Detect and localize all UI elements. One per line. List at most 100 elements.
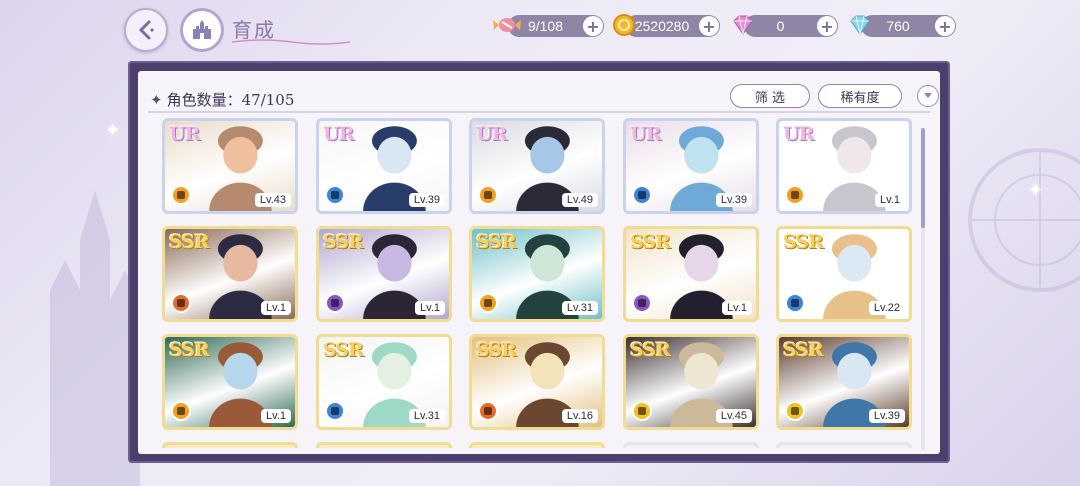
character-card-partial[interactable]: [162, 442, 298, 448]
level-label: Lv.39: [408, 193, 445, 207]
attribute-icon: [171, 293, 191, 313]
rarity-badge: SSR: [783, 231, 824, 253]
character-count-separator: ：: [226, 91, 242, 109]
attribute-icon: [632, 401, 652, 421]
attribute-icon: [785, 401, 805, 421]
level-label: Lv.22: [868, 301, 905, 315]
character-card-partial[interactable]: [623, 442, 759, 448]
level-label: Lv.1: [722, 301, 752, 315]
attribute-icon: [632, 293, 652, 313]
rarity-badge: UR: [630, 123, 661, 145]
attribute-icon: [171, 401, 191, 421]
character-card[interactable]: SSR Lv.31: [316, 334, 452, 430]
attribute-icon: [325, 401, 345, 421]
ferris-wheel-decoration: [968, 148, 1080, 292]
attribute-icon: [478, 185, 498, 205]
resource-candy: 9/108 +: [493, 15, 604, 37]
character-panel: ✦ 角色数量：47/105 筛 选 稀有度 UR Lv.43 UR Lv.39 UR Lv.…: [128, 61, 950, 463]
character-card[interactable]: UR Lv.43: [162, 118, 298, 214]
rarity-badge: SSR: [169, 231, 210, 253]
level-label: Lv.1: [261, 409, 291, 423]
scrollbar-thumb[interactable]: [921, 128, 925, 228]
rarity-badge: SSR: [323, 231, 364, 253]
resource-pink-diamond: 0 +: [733, 15, 838, 37]
character-card[interactable]: SSR Lv.16: [469, 334, 605, 430]
level-label: Lv.49: [561, 193, 598, 207]
title-underline-decoration: [232, 39, 350, 45]
add-pink-diamond-button[interactable]: +: [817, 16, 837, 36]
rarity-badge: UR: [476, 123, 507, 145]
character-grid: UR Lv.43 UR Lv.39 UR Lv.49 UR Lv.39 UR Lv.1 SSR Lv.…: [162, 118, 922, 448]
character-card[interactable]: UR Lv.49: [469, 118, 605, 214]
level-label: Lv.1: [875, 193, 905, 207]
attribute-icon: [325, 293, 345, 313]
resource-blue-diamond: 760 +: [850, 15, 956, 37]
character-count-value: 47/105: [241, 91, 295, 109]
pink-diamond-icon: [733, 15, 753, 35]
level-label: Lv.45: [715, 409, 752, 423]
rarity-badge: UR: [169, 123, 200, 145]
gold-coin-icon: [613, 14, 635, 36]
character-card[interactable]: SSR Lv.22: [776, 226, 912, 322]
filter-button[interactable]: 筛 选: [730, 84, 810, 108]
rarity-badge: UR: [783, 123, 814, 145]
character-card[interactable]: SSR Lv.1: [162, 226, 298, 322]
character-card-partial[interactable]: [316, 442, 452, 448]
character-card[interactable]: UR Lv.39: [316, 118, 452, 214]
attribute-icon: [478, 401, 498, 421]
rarity-badge: UR: [323, 123, 354, 145]
sparkle-decoration: ✦: [105, 120, 121, 141]
level-label: Lv.1: [261, 301, 291, 315]
level-label: Lv.1: [415, 301, 445, 315]
rarity-badge: SSR: [783, 339, 824, 361]
character-card[interactable]: UR Lv.39: [623, 118, 759, 214]
home-button[interactable]: [180, 8, 224, 52]
rarity-badge: SSR: [476, 231, 517, 253]
character-card-partial[interactable]: [776, 442, 912, 448]
back-button[interactable]: [124, 8, 168, 52]
sparkle-icon: ✦: [150, 91, 163, 109]
level-label: Lv.31: [561, 301, 598, 315]
character-card-partial[interactable]: [469, 442, 605, 448]
character-card[interactable]: SSR Lv.1: [162, 334, 298, 430]
rarity-sort-button[interactable]: 稀有度: [818, 84, 902, 108]
rarity-badge: SSR: [630, 231, 671, 253]
character-panel-content: ✦ 角色数量：47/105 筛 选 稀有度 UR Lv.43 UR Lv.39 UR Lv.…: [138, 71, 940, 454]
blue-diamond-icon: [850, 15, 870, 35]
attribute-icon: [171, 185, 191, 205]
attribute-icon: [785, 293, 805, 313]
attribute-icon: [325, 185, 345, 205]
header-divider: [148, 111, 930, 113]
level-label: Lv.31: [408, 409, 445, 423]
sparkle-decoration: ✦: [1028, 180, 1044, 201]
add-candy-button[interactable]: +: [583, 16, 603, 36]
character-card[interactable]: SSR Lv.39: [776, 334, 912, 430]
rarity-badge: SSR: [169, 339, 210, 361]
character-card[interactable]: SSR Lv.31: [469, 226, 605, 322]
rarity-badge: SSR: [476, 339, 517, 361]
character-card[interactable]: SSR Lv.1: [316, 226, 452, 322]
resource-coin: 2520280 +: [613, 14, 720, 37]
attribute-icon: [785, 185, 805, 205]
level-label: Lv.39: [715, 193, 752, 207]
candy-icon: [493, 18, 521, 32]
character-card[interactable]: UR Lv.1: [776, 118, 912, 214]
castle-home-icon: [193, 20, 211, 39]
add-coin-button[interactable]: +: [699, 16, 719, 36]
rarity-badge: SSR: [630, 339, 671, 361]
scrollbar[interactable]: [921, 128, 925, 450]
rarity-badge: SSR: [323, 339, 364, 361]
attribute-icon: [478, 293, 498, 313]
character-count-label: 角色数量: [166, 91, 227, 109]
back-arrow-icon: [138, 20, 154, 40]
sort-order-button[interactable]: [917, 85, 939, 107]
level-label: Lv.16: [561, 409, 598, 423]
character-card[interactable]: SSR Lv.1: [623, 226, 759, 322]
level-label: Lv.39: [868, 409, 905, 423]
character-card[interactable]: SSR Lv.45: [623, 334, 759, 430]
chevron-down-icon: [924, 93, 932, 98]
attribute-icon: [632, 185, 652, 205]
add-blue-diamond-button[interactable]: +: [935, 16, 955, 36]
level-label: Lv.43: [254, 193, 291, 207]
character-count: ✦ 角色数量：47/105: [150, 89, 294, 110]
